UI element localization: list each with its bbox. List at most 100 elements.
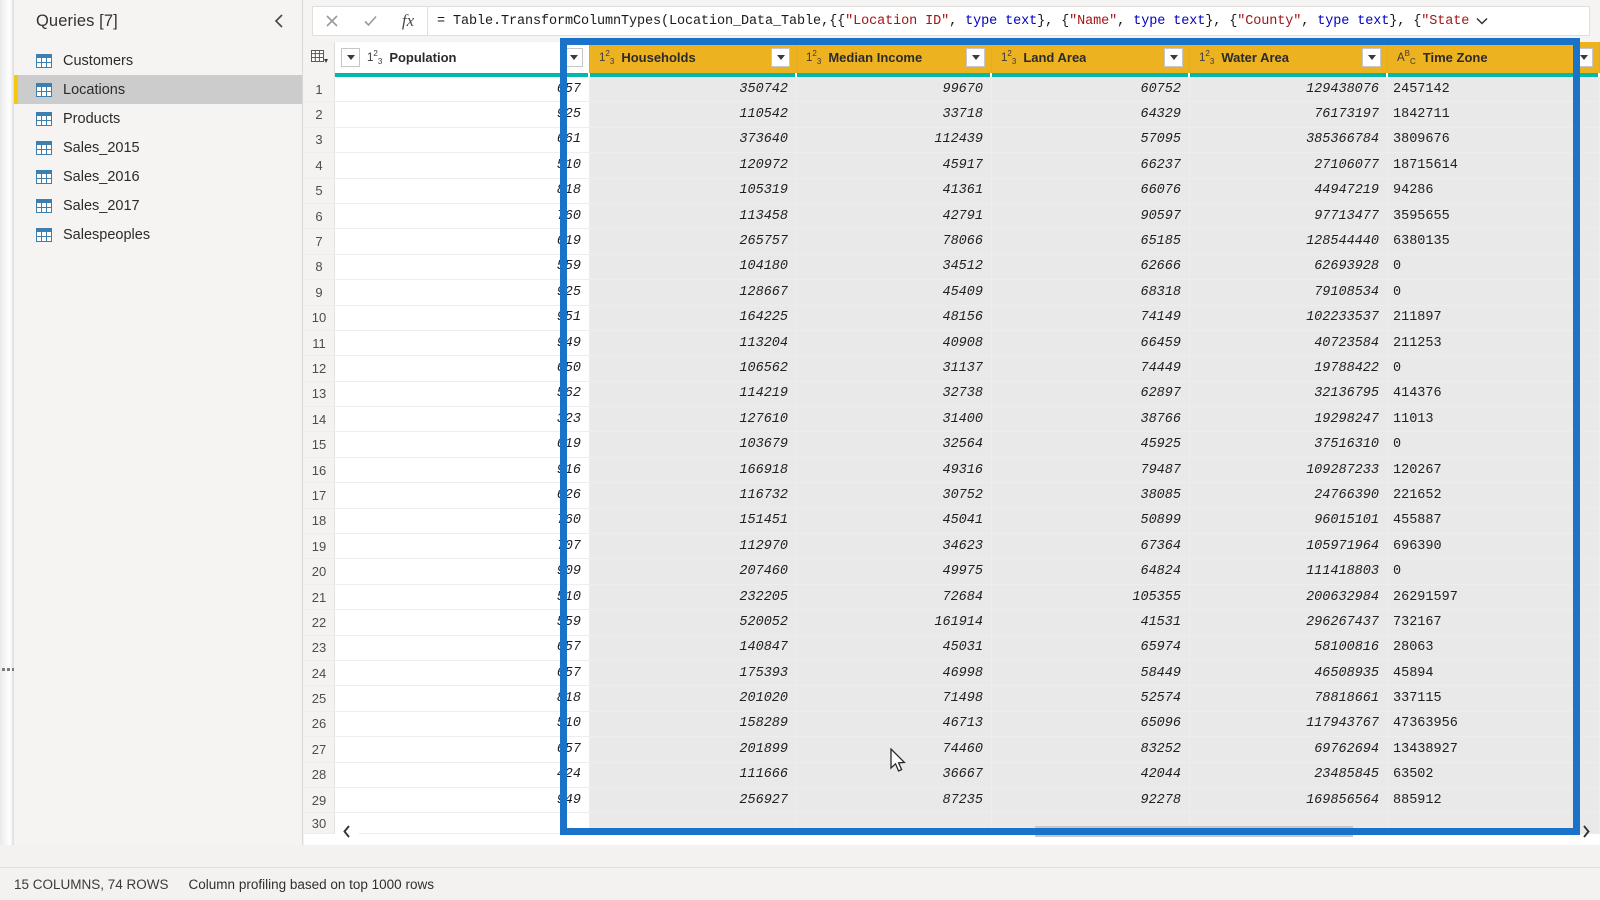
table-cell[interactable]: 113204 <box>590 330 797 356</box>
table-cell[interactable]: 110542 <box>590 102 797 127</box>
table-row[interactable]: 4 510 120972 45917 66237 27106077 18715614 <box>304 153 1600 179</box>
table-cell[interactable]: 114219 <box>590 381 797 407</box>
row-number[interactable]: 15 <box>304 432 335 457</box>
table-cell[interactable]: 510 <box>335 584 590 610</box>
table-cell[interactable]: 510 <box>335 711 590 737</box>
row-number[interactable]: 2 <box>304 102 335 127</box>
row-number[interactable]: 18 <box>304 508 335 534</box>
table-cell[interactable]: 97713477 <box>1190 203 1388 229</box>
table-cell[interactable]: 65096 <box>992 711 1190 737</box>
table-cell[interactable]: 69762694 <box>1190 737 1388 762</box>
table-cell[interactable]: 30752 <box>797 483 992 508</box>
table-cell[interactable]: 128544440 <box>1190 229 1388 254</box>
chevron-down-icon[interactable] <box>1469 16 1495 26</box>
select-all-table-icon[interactable] <box>304 42 335 73</box>
table-cell[interactable]: 32136795 <box>1190 381 1388 407</box>
check-icon[interactable] <box>351 7 389 35</box>
table-row[interactable]: 5 818 105319 41361 66076 44947219 94286 <box>304 178 1600 204</box>
table-cell[interactable]: 140847 <box>590 635 797 660</box>
table-cell[interactable]: 92278 <box>992 787 1190 813</box>
table-row[interactable]: 14 323 127610 31400 38766 19298247 11013 <box>304 407 1600 433</box>
row-number[interactable]: 8 <box>304 254 335 280</box>
table-cell[interactable]: 128667 <box>590 280 797 305</box>
row-number[interactable]: 16 <box>304 457 335 483</box>
table-cell[interactable]: 916 <box>335 457 590 483</box>
table-cell[interactable]: 3809676 <box>1388 127 1600 153</box>
table-cell[interactable]: 26291597 <box>1388 584 1600 610</box>
table-cell[interactable]: 885912 <box>1388 787 1600 813</box>
table-cell[interactable]: 52574 <box>992 686 1190 711</box>
table-cell[interactable]: 44947219 <box>1190 178 1388 203</box>
table-cell[interactable]: 760 <box>335 508 590 534</box>
table-cell[interactable]: 19298247 <box>1190 407 1388 432</box>
sidebar-item-sales-2016[interactable]: Sales_2016 <box>14 162 302 191</box>
table-row[interactable]: 27 657 201899 74460 83252 69762694 13438927 <box>304 737 1600 763</box>
table-cell[interactable]: 71498 <box>797 686 992 711</box>
sidebar-item-customers[interactable]: Customers <box>14 46 302 75</box>
left-pane-splitter[interactable] <box>0 0 15 845</box>
table-cell[interactable]: 62897 <box>992 381 1190 407</box>
table-cell[interactable]: 559 <box>335 610 590 635</box>
table-cell[interactable]: 63502 <box>1388 762 1600 787</box>
table-cell[interactable]: 23485845 <box>1190 762 1388 787</box>
table-cell[interactable]: 337115 <box>1388 686 1600 711</box>
table-cell[interactable]: 32738 <box>797 381 992 407</box>
table-cell[interactable]: 201899 <box>590 737 797 762</box>
table-cell[interactable]: 74449 <box>992 356 1190 381</box>
table-cell[interactable]: 520052 <box>590 610 797 635</box>
table-cell[interactable]: 111666 <box>590 762 797 787</box>
table-cell[interactable]: 111418803 <box>1190 559 1388 584</box>
table-cell[interactable]: 42044 <box>992 762 1190 787</box>
table-cell[interactable]: 120972 <box>590 153 797 178</box>
table-cell[interactable]: 65974 <box>992 635 1190 660</box>
row-number[interactable]: 21 <box>304 584 335 610</box>
row-number[interactable]: 29 <box>304 787 335 813</box>
table-cell[interactable]: 31400 <box>797 407 992 432</box>
table-cell[interactable]: 11013 <box>1388 407 1600 432</box>
table-row[interactable]: 13 562 114219 32738 62897 32136795 414376 <box>304 381 1600 408</box>
table-cell[interactable]: 696390 <box>1388 534 1600 559</box>
filter-dropdown-icon[interactable] <box>1574 48 1593 67</box>
table-cell[interactable]: 818 <box>335 178 590 203</box>
table-cell[interactable]: 49975 <box>797 559 992 584</box>
table-cell[interactable]: 350742 <box>590 77 797 102</box>
table-cell[interactable]: 657 <box>335 635 590 660</box>
row-number[interactable]: 5 <box>304 178 335 203</box>
row-number[interactable]: 24 <box>304 660 335 686</box>
table-cell[interactable]: 24766390 <box>1190 483 1388 508</box>
table-cell[interactable]: 40723584 <box>1190 330 1388 356</box>
column-header-households[interactable]: 123 Households <box>590 42 797 73</box>
table-row[interactable]: 18 760 151451 45041 50899 96015101 455887 <box>304 508 1600 535</box>
table-row[interactable]: 26 510 158289 46713 65096 117943767 47363956 <box>304 711 1600 738</box>
table-row[interactable]: 23 657 140847 45031 65974 58100816 28063 <box>304 635 1600 661</box>
table-row[interactable]: 15 619 103679 32564 45925 37516310 0 <box>304 432 1600 458</box>
formula-input[interactable]: = Table.TransformColumnTypes(Location_Da… <box>427 6 1590 36</box>
table-cell[interactable]: 76173197 <box>1190 102 1388 127</box>
table-cell[interactable]: 45031 <box>797 635 992 660</box>
table-cell[interactable]: 57095 <box>992 127 1190 153</box>
column-header-population[interactable]: 123 Population <box>335 42 590 73</box>
table-cell[interactable]: 45925 <box>992 432 1190 457</box>
sidebar-item-products[interactable]: Products <box>14 104 302 133</box>
table-cell[interactable]: 0 <box>1388 559 1600 584</box>
table-cell[interactable]: 33718 <box>797 102 992 127</box>
table-cell[interactable]: 46713 <box>797 711 992 737</box>
table-cell[interactable]: 47363956 <box>1388 711 1600 737</box>
table-cell[interactable]: 116732 <box>590 483 797 508</box>
table-cell[interactable]: 175393 <box>590 660 797 686</box>
table-cell[interactable]: 68318 <box>992 280 1190 305</box>
table-cell[interactable]: 109287233 <box>1190 457 1388 483</box>
table-cell[interactable]: 32564 <box>797 432 992 457</box>
table-cell[interactable]: 105355 <box>992 584 1190 610</box>
table-cell[interactable]: 67364 <box>992 534 1190 559</box>
table-cell[interactable]: 151451 <box>590 508 797 534</box>
table-cell[interactable]: 106562 <box>590 356 797 381</box>
table-cell[interactable]: 117943767 <box>1190 711 1388 737</box>
table-cell[interactable]: 707 <box>335 534 590 559</box>
table-cell[interactable]: 40908 <box>797 330 992 356</box>
table-cell[interactable]: 221652 <box>1388 483 1600 508</box>
table-cell[interactable]: 559 <box>335 254 590 280</box>
table-cell[interactable]: 424 <box>335 762 590 787</box>
table-cell[interactable]: 72684 <box>797 584 992 610</box>
horizontal-scrollbar-thumb[interactable] <box>1035 826 1353 837</box>
